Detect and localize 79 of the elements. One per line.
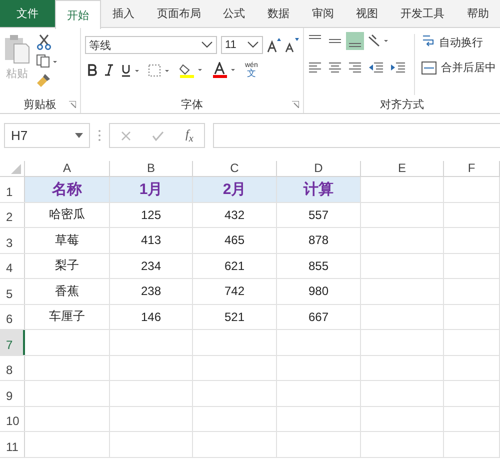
align-button[interactable] xyxy=(346,32,364,50)
ribbon-tab[interactable]: 审阅 xyxy=(300,0,345,27)
name-box[interactable]: H7 xyxy=(4,123,90,148)
caret-icon xyxy=(75,133,83,138)
column-header[interactable]: D xyxy=(277,161,361,176)
ribbon-tab[interactable]: 帮助 xyxy=(456,0,500,27)
brush-icon[interactable] xyxy=(36,72,52,88)
table-cell: 432 xyxy=(224,208,245,222)
table-cell: 557 xyxy=(308,208,329,222)
wrap-text-button[interactable]: 自动换行 xyxy=(421,34,496,50)
ribbon-tab[interactable]: 数据 xyxy=(256,0,301,27)
table-cell: 855 xyxy=(308,258,329,273)
ribbon-tab[interactable]: 插入 xyxy=(101,0,146,27)
column-header[interactable]: C xyxy=(193,161,277,176)
header-cell: 计算 xyxy=(304,180,334,199)
table-cell: 742 xyxy=(224,284,245,298)
table-cell: 465 xyxy=(224,233,245,248)
table-cell: 梨子 xyxy=(55,257,79,274)
header-cell: 2月 xyxy=(222,180,246,199)
table-cell: 521 xyxy=(224,310,245,324)
merge-cells-icon xyxy=(421,60,437,74)
align-left-icon[interactable] xyxy=(308,62,322,74)
header-cell: 1月 xyxy=(139,180,163,199)
align-right-icon[interactable] xyxy=(348,62,362,74)
chevron-icon xyxy=(201,41,213,49)
column-header[interactable]: E xyxy=(361,161,444,176)
insert-function-button[interactable]: f$_{x}$ xyxy=(185,126,194,144)
chevron-icon xyxy=(247,41,259,49)
scissors-icon[interactable] xyxy=(36,34,52,50)
launcher-icon[interactable] xyxy=(292,101,299,108)
font-size-dropdown[interactable]: 11 xyxy=(221,36,263,54)
row-header[interactable]: 7 xyxy=(0,330,25,354)
group-label: 剪贴板 xyxy=(24,98,56,112)
group-label: 字体 xyxy=(181,98,203,112)
column-header[interactable]: F xyxy=(444,161,500,176)
underline-icon[interactable] xyxy=(121,64,141,76)
formula-input[interactable] xyxy=(213,123,500,148)
align-lines-icon xyxy=(329,39,341,43)
table-cell: 413 xyxy=(140,233,162,248)
column-header[interactable]: A xyxy=(25,161,110,176)
launcher-icon[interactable] xyxy=(69,101,76,108)
align-lines-icon xyxy=(309,35,321,39)
font-color-icon[interactable] xyxy=(212,62,238,78)
ribbon-tab[interactable]: 视图 xyxy=(344,0,390,27)
ribbon-tab[interactable]: 文件 xyxy=(0,0,55,27)
decrease-indent-icon[interactable] xyxy=(368,62,384,74)
table-cell: 878 xyxy=(308,233,329,248)
table-cell: 125 xyxy=(140,208,162,222)
font-name-dropdown[interactable]: 等线 xyxy=(85,36,217,54)
table-cell: 146 xyxy=(140,310,162,324)
copy-icon[interactable] xyxy=(36,54,58,68)
ribbon-tab[interactable]: 公式 xyxy=(212,0,256,27)
table-cell: 草莓 xyxy=(55,232,79,249)
table-cell: 香蕉 xyxy=(55,282,79,300)
clipboard-icon xyxy=(4,34,30,64)
ribbon-tab[interactable]: 开始 xyxy=(55,0,102,29)
shrink-font-icon[interactable] xyxy=(285,37,299,53)
increase-indent-icon[interactable] xyxy=(390,62,406,74)
table-cell: 哈密瓜 xyxy=(49,206,85,224)
grip-icon xyxy=(98,129,101,142)
borders-icon[interactable] xyxy=(148,64,172,76)
group-label: 对齐方式 xyxy=(380,98,424,112)
table-cell: 车厘子 xyxy=(49,308,85,326)
header-cell: 名称 xyxy=(52,180,82,199)
align-center-icon[interactable] xyxy=(328,62,342,74)
italic-icon[interactable] xyxy=(104,64,114,76)
ribbon-tab[interactable]: 开发工具 xyxy=(389,0,456,27)
table-cell: 234 xyxy=(140,258,162,273)
table-cell: 980 xyxy=(308,284,329,298)
ribbon-tab[interactable]: 页面布局 xyxy=(146,0,212,27)
merge-center-button[interactable]: 合并后居中 xyxy=(421,60,496,75)
table-cell: 667 xyxy=(308,310,329,324)
bold-icon[interactable] xyxy=(87,64,97,76)
grow-font-icon[interactable] xyxy=(267,37,281,53)
column-header[interactable]: B xyxy=(110,161,193,176)
table-cell: 621 xyxy=(224,258,245,273)
table-cell: 238 xyxy=(140,284,162,298)
fill-color-icon[interactable] xyxy=(179,62,205,78)
align-lines-icon xyxy=(349,43,361,47)
